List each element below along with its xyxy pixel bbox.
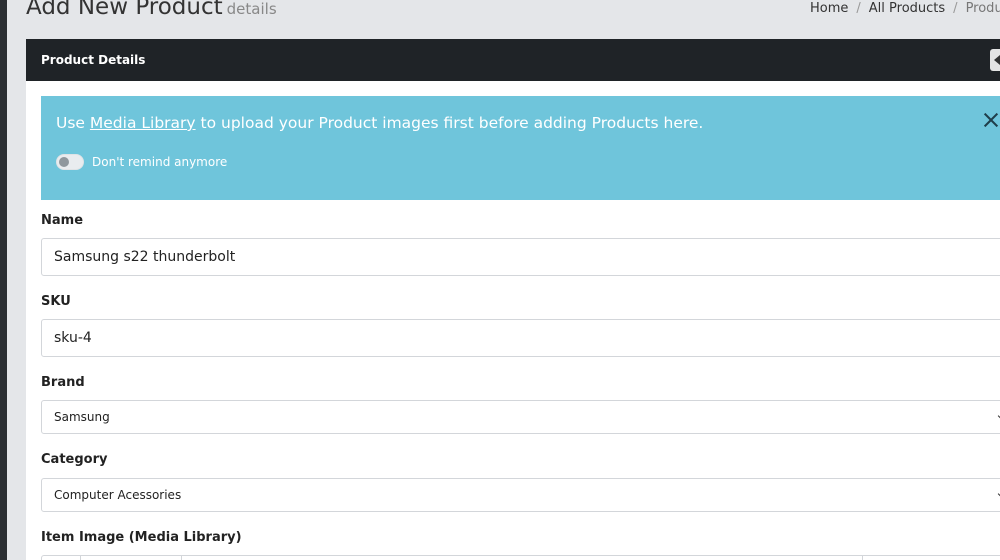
toggle-label: Don't remind anymore — [92, 155, 228, 169]
brand-selected-value: Samsung — [54, 410, 110, 424]
breadcrumb-home[interactable]: Home — [810, 1, 848, 16]
collapse-button[interactable] — [990, 49, 1000, 71]
table-divider — [862, 556, 863, 560]
alert-suffix: to upload your Product images first befo… — [195, 114, 704, 132]
breadcrumb-all-products[interactable]: All Products — [869, 1, 945, 16]
left-sidebar-rail — [0, 0, 7, 560]
item-image-label: Item Image (Media Library) — [41, 530, 242, 545]
item-image-table — [41, 555, 1000, 560]
page-title: Add New Product — [26, 0, 223, 20]
breadcrumb-separator: / — [953, 1, 958, 16]
name-input[interactable] — [41, 238, 1000, 276]
product-details-card: Product Details Use Media Library to upl… — [26, 39, 1000, 560]
card-title: Product Details — [41, 53, 146, 67]
close-icon[interactable] — [981, 110, 1000, 130]
breadcrumb: Home / All Products / Products — [810, 1, 1000, 16]
category-select[interactable]: Computer Acessories — [41, 478, 1000, 512]
remind-toggle-row: Don't remind anymore — [56, 154, 227, 170]
dont-remind-toggle[interactable] — [56, 154, 84, 170]
brand-select[interactable]: Samsung — [41, 400, 1000, 434]
breadcrumb-separator: / — [856, 1, 861, 16]
table-divider — [80, 556, 81, 560]
page-subtitle: details — [226, 0, 277, 18]
alert-prefix: Use — [56, 114, 90, 132]
category-label: Category — [41, 452, 108, 467]
toggle-knob — [59, 157, 69, 167]
breadcrumb-products: Products — [965, 1, 1000, 16]
card-header: Product Details — [26, 39, 1000, 81]
sku-label: SKU — [41, 294, 71, 309]
alert-message: Use Media Library to upload your Product… — [56, 114, 703, 132]
brand-label: Brand — [41, 375, 85, 390]
name-label: Name — [41, 213, 84, 228]
caret-left-icon — [994, 55, 1000, 65]
table-divider — [181, 556, 182, 560]
media-library-link[interactable]: Media Library — [90, 114, 196, 132]
category-selected-value: Computer Acessories — [54, 488, 182, 502]
media-library-alert: Use Media Library to upload your Product… — [41, 96, 1000, 200]
sku-input[interactable] — [41, 319, 1000, 357]
